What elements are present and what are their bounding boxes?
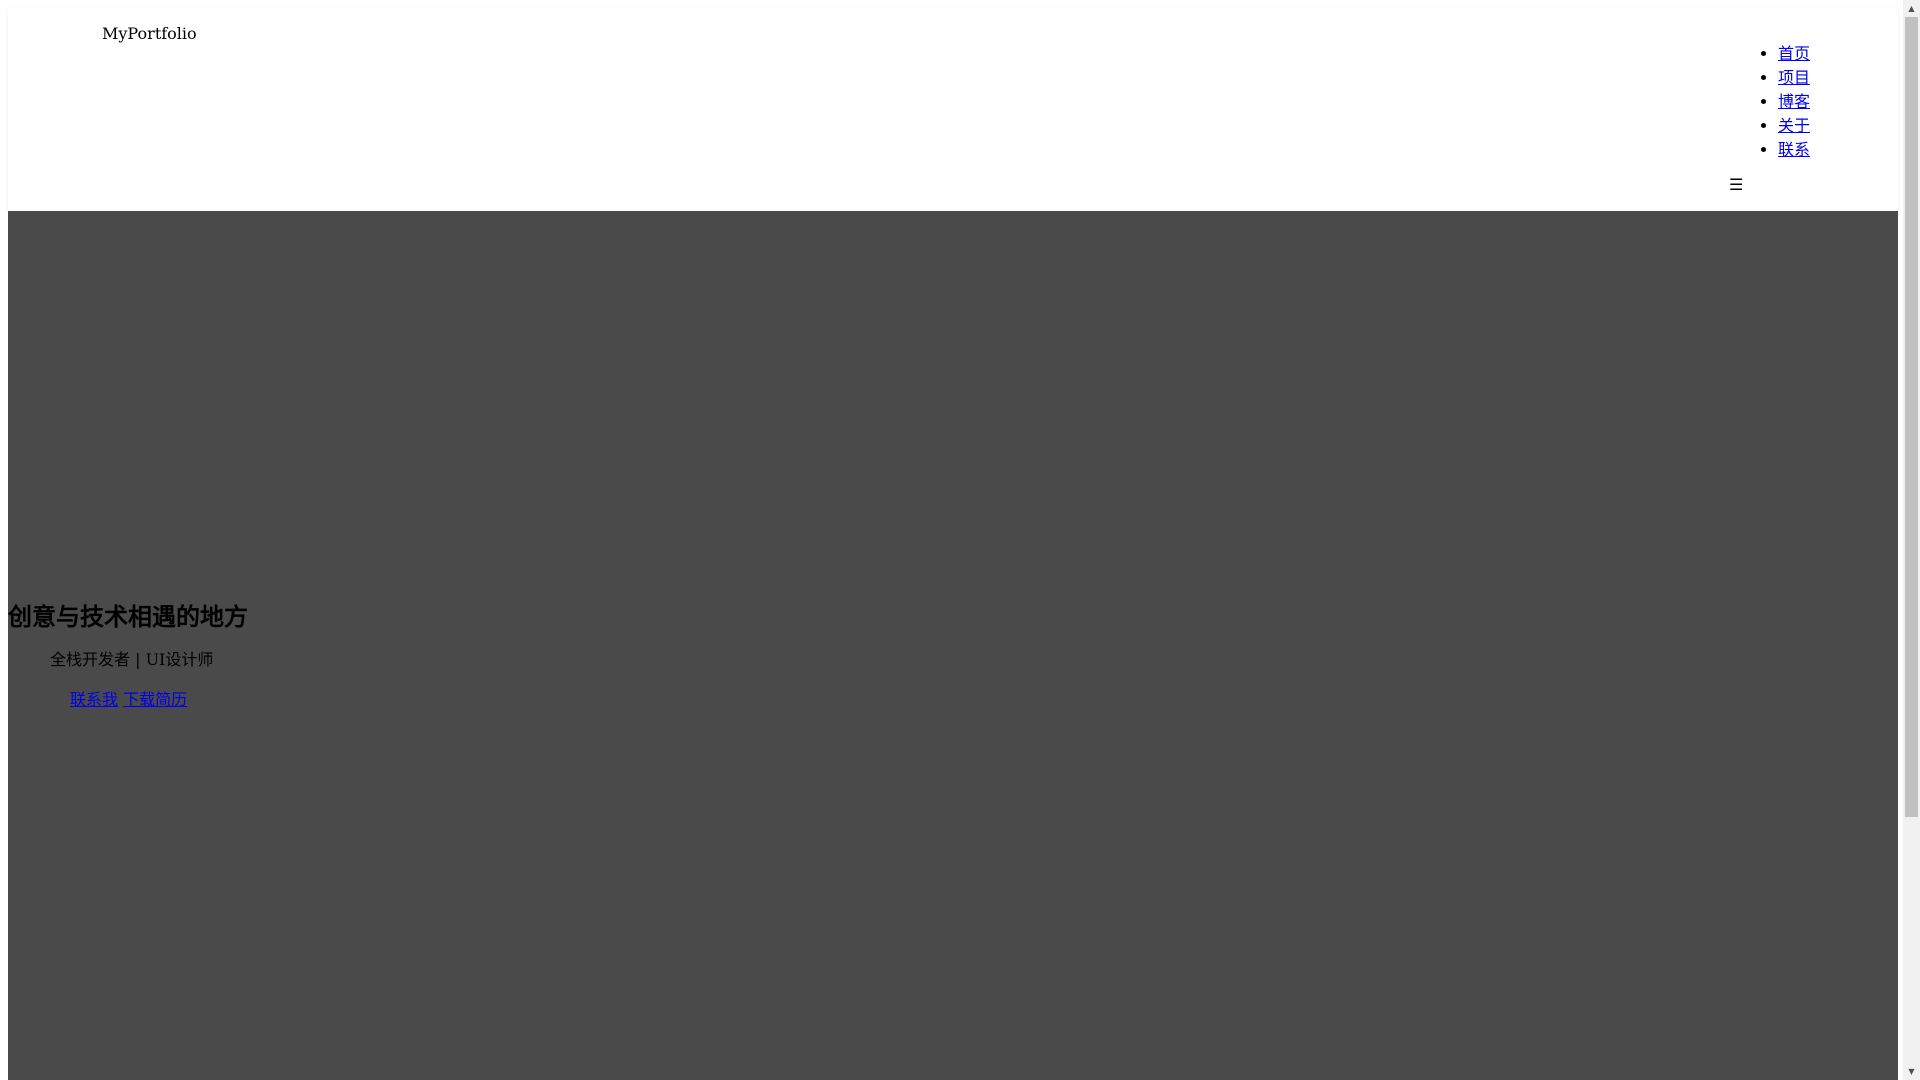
nav-menu: 首页 项目 博客 关于 联系 — [1738, 42, 1810, 162]
hero-actions: 联系我 下载简历 — [70, 689, 187, 711]
nav-link-home[interactable]: 首页 — [1778, 44, 1810, 63]
site-logo[interactable]: MyPortfolio — [102, 24, 197, 43]
hamburger-menu-icon[interactable]: ☰ — [1729, 174, 1743, 196]
hero-title: 创意与技术相遇的地方 — [8, 602, 248, 631]
nav-item-about: 关于 — [1778, 114, 1810, 138]
download-resume-button[interactable]: 下载简历 — [123, 690, 187, 709]
contact-me-button[interactable]: 联系我 — [70, 690, 118, 709]
nav-link-about[interactable]: 关于 — [1778, 116, 1810, 135]
nav-item-blog: 博客 — [1778, 90, 1810, 114]
scroll-down-arrow-icon[interactable]: ▼ — [1903, 1063, 1920, 1080]
scroll-up-arrow-icon[interactable]: ▲ — [1903, 0, 1920, 17]
nav-item-projects: 项目 — [1778, 66, 1810, 90]
nav-link-projects[interactable]: 项目 — [1778, 68, 1810, 87]
nav-link-blog[interactable]: 博客 — [1778, 92, 1810, 111]
page: MyPortfolio 首页 项目 博客 关于 联系 ☰ 创意与技术相遇的地方 … — [8, 8, 1898, 1080]
navbar: MyPortfolio 首页 项目 博客 关于 联系 ☰ — [8, 8, 1898, 211]
nav-item-contact: 联系 — [1778, 138, 1810, 162]
nav-link-contact[interactable]: 联系 — [1778, 140, 1810, 159]
nav-item-home: 首页 — [1778, 42, 1810, 66]
hero-section: 创意与技术相遇的地方 全栈开发者 | UI设计师 联系我 下载简历 — [8, 211, 1898, 1080]
hero-subtitle: 全栈开发者 | UI设计师 — [50, 650, 214, 669]
vertical-scrollbar[interactable]: ▲ ▼ — [1903, 0, 1920, 1080]
scrollbar-thumb[interactable] — [1905, 17, 1918, 817]
